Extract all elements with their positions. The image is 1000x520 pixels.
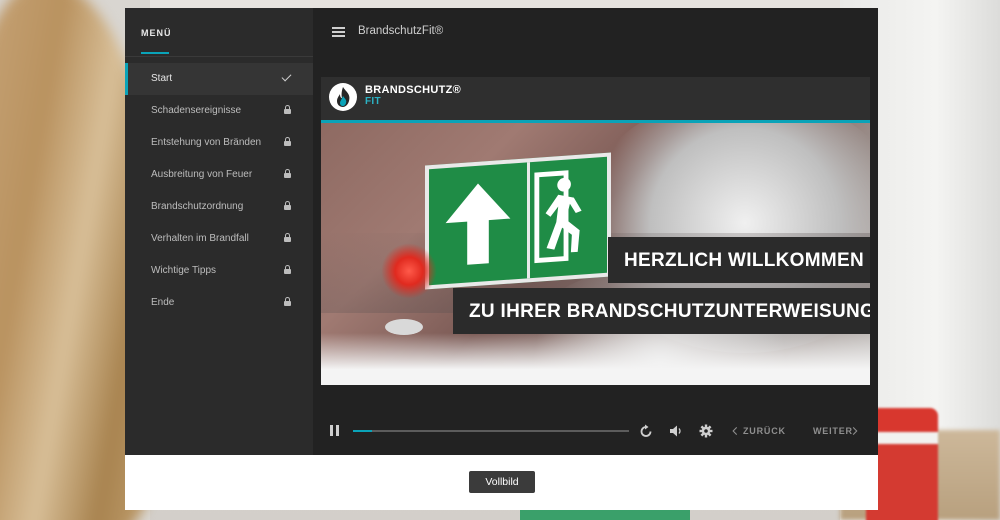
lock-icon (284, 105, 291, 115)
menu-item-start[interactable]: Start (125, 63, 313, 95)
menu-title-underline (141, 52, 169, 54)
menu-title: MENÜ (141, 28, 172, 38)
lock-icon (284, 233, 291, 243)
sign-divider (527, 162, 530, 279)
headline-banner-2: ZU IHRER BRANDSCHUTZUNTERWEISUNG (453, 288, 870, 334)
volume-icon[interactable] (669, 424, 683, 438)
settings-gear-icon[interactable] (699, 424, 713, 438)
player-controls: ZURÜCK WEITER (313, 418, 878, 444)
top-bar: BrandschutzFit® (313, 8, 878, 56)
sidebar-menu: MENÜ Start Schadensereignisse Entstehung… (125, 8, 313, 455)
lock-icon (284, 297, 291, 307)
headline-welcome: HERZLICH WILLKOMMEN (624, 250, 864, 271)
course-player-window: MENÜ Start Schadensereignisse Entstehung… (125, 8, 878, 455)
slide-header: BRANDSCHUTZ® FIT (321, 77, 870, 120)
menu-item-label: Wichtige Tipps (151, 265, 217, 276)
lock-icon (284, 201, 291, 211)
replay-icon[interactable] (639, 424, 653, 438)
emergency-exit-sign (425, 152, 611, 290)
headline-instruction: ZU IHRER BRANDSCHUTZUNTERWEISUNG (469, 301, 870, 322)
progress-fill (353, 430, 373, 432)
slide-frame: BRANDSCHUTZ® FIT HERZLICH WILLKOMMEN ZU … (321, 77, 870, 385)
running-man-icon (534, 170, 582, 264)
headline-banner-1: HERZLICH WILLKOMMEN (608, 237, 870, 283)
chevron-right-icon[interactable] (851, 424, 861, 438)
menu-item-schadensereignisse[interactable]: Schadensereignisse (125, 95, 313, 127)
lock-icon (284, 265, 291, 275)
ceiling-light (321, 333, 870, 385)
red-alarm-light (381, 243, 437, 299)
menu-item-ende[interactable]: Ende (125, 287, 313, 319)
menu-list: Start Schadensereignisse Entstehung von … (125, 63, 313, 319)
flame-icon (337, 87, 350, 107)
smoke-detector (385, 319, 423, 335)
menu-item-wichtige-tipps[interactable]: Wichtige Tipps (125, 255, 313, 287)
hero-image: HERZLICH WILLKOMMEN ZU IHRER BRANDSCHUTZ… (321, 123, 870, 385)
menu-item-brandschutzordnung[interactable]: Brandschutzordnung (125, 191, 313, 223)
menu-item-label: Ausbreitung von Feuer (151, 169, 253, 180)
pause-icon[interactable] (330, 425, 340, 436)
brand-logo (329, 83, 357, 111)
main-content: BrandschutzFit® BRANDSCHUTZ® FIT HERZLIC… (313, 8, 878, 455)
lock-icon (284, 137, 291, 147)
lock-icon (284, 169, 291, 179)
footer-bar: Vollbild (125, 455, 878, 510)
menu-item-label: Ende (151, 297, 175, 308)
app-title: BrandschutzFit® (358, 25, 444, 37)
chevron-left-icon[interactable] (731, 424, 741, 438)
menu-item-label: Verhalten im Brandfall (151, 233, 249, 244)
checkmark-icon (281, 71, 292, 82)
brand-name: BRANDSCHUTZ® (365, 84, 462, 96)
menu-item-label: Schadensereignisse (151, 105, 242, 116)
hamburger-menu-icon[interactable] (332, 27, 345, 37)
menu-item-label: Entstehung von Bränden (151, 137, 262, 148)
progress-bar[interactable] (353, 430, 629, 432)
arrow-up-icon (445, 183, 511, 265)
menu-item-label: Start (151, 73, 173, 84)
back-button[interactable]: ZURÜCK (743, 426, 786, 436)
fullscreen-button[interactable]: Vollbild (469, 471, 535, 493)
brand-subtitle: FIT (365, 96, 381, 107)
menu-item-verhalten-im-brandfall[interactable]: Verhalten im Brandfall (125, 223, 313, 255)
next-button[interactable]: WEITER (813, 426, 853, 436)
menu-header: MENÜ (125, 8, 313, 57)
menu-item-ausbreitung-von-feuer[interactable]: Ausbreitung von Feuer (125, 159, 313, 191)
menu-item-label: Brandschutzordnung (151, 201, 244, 212)
menu-item-entstehung-von-braenden[interactable]: Entstehung von Bränden (125, 127, 313, 159)
